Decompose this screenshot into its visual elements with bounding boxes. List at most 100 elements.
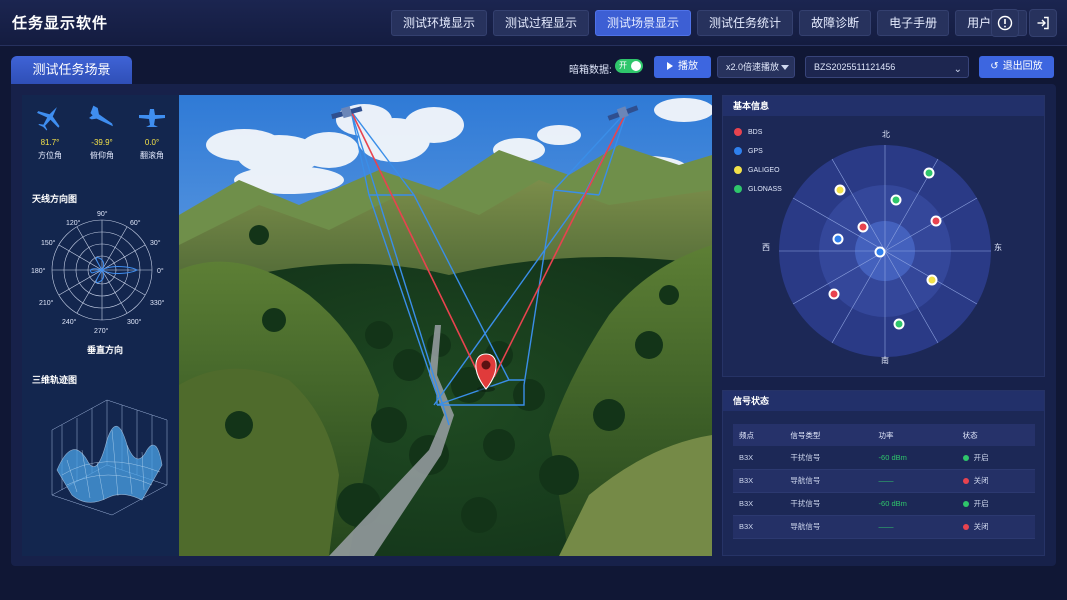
cell-status: 开启	[956, 446, 1035, 470]
compass-south: 南	[881, 356, 889, 365]
cell-frequency: B3X	[733, 469, 785, 493]
nav-test-environment[interactable]: 测试环境显示	[391, 10, 488, 36]
satellite-marker	[890, 194, 902, 206]
pitch-label: 俯仰角	[90, 151, 114, 160]
play-button[interactable]: 播放	[654, 56, 711, 78]
app-header: 任务显示软件 测试环境显示 测试过程显示 测试场景显示 测试任务统计 故障诊断 …	[0, 0, 1067, 46]
cell-power: ——	[872, 515, 957, 539]
nav-test-process[interactable]: 测试过程显示	[493, 10, 590, 36]
antenna-angle-label: 90°	[97, 210, 108, 218]
nav-test-scene[interactable]: 测试场景显示	[595, 10, 692, 36]
play-label: 播放	[678, 61, 698, 72]
signal-status-panel: 信号状态 频点 信号类型 功率 状态 B3X 干扰信号 -60 dBm 开启 B…	[722, 390, 1045, 556]
satellite-marker	[926, 274, 938, 286]
satellite-marker	[923, 167, 935, 179]
roll-label: 翻滚角	[140, 151, 164, 160]
legend-bds-label: BDS	[748, 128, 763, 136]
speed-value: x2.0倍速播放	[726, 62, 780, 72]
status-dot	[962, 501, 969, 508]
antenna-angle-label: 0°	[157, 267, 164, 275]
status-dot	[962, 454, 969, 461]
compass-west: 西	[762, 243, 770, 252]
table-row[interactable]: B3X 干扰信号 -60 dBm 开启	[733, 492, 1035, 516]
attitude-pitch: -39.9° 俯仰角	[77, 103, 127, 161]
satellite-marker	[832, 233, 844, 245]
attitude-azimuth: 81.7° 方位角	[25, 103, 75, 161]
skyplot-chart	[779, 145, 991, 357]
cell-frequency: B3X	[733, 515, 785, 539]
legend-dot	[734, 185, 742, 193]
chevron-down-icon: ⌄	[953, 64, 962, 75]
left-info-panel: 81.7° 方位角 -39.9° 俯仰角 0.0° 翻滚角 天线方向图 90° …	[22, 95, 179, 556]
cell-power: -60 dBm	[872, 492, 957, 516]
satellite-marker	[874, 246, 886, 258]
antenna-angle-label: 330°	[150, 299, 165, 307]
compass-north: 北	[882, 130, 890, 139]
legend-gps: GPS	[734, 147, 763, 155]
record-id-select[interactable]: BZS2025511121456 ⌄	[805, 56, 969, 78]
status-text: 开启	[973, 499, 989, 508]
satellite-marker	[828, 288, 840, 300]
cell-frequency: B3X	[733, 492, 785, 516]
logout-button[interactable]	[1029, 9, 1057, 37]
satellite-marker	[893, 318, 905, 330]
record-id-value: BZS2025511121456	[814, 62, 896, 72]
col-signal-type: 信号类型	[784, 424, 873, 446]
col-status: 状态	[956, 424, 1035, 446]
info-button[interactable]	[991, 9, 1019, 37]
antenna-subtitle: 垂直方向	[87, 345, 124, 355]
antenna-angle-label: 30°	[150, 239, 161, 247]
plane-side-icon	[89, 105, 113, 127]
antenna-angle-label: 150°	[41, 239, 56, 247]
undo-icon: ↺	[990, 61, 999, 72]
page-tab-test-scene[interactable]: 测试任务场景	[11, 56, 132, 84]
scene-3d-view[interactable]	[179, 95, 712, 556]
cell-signal-type: 干扰信号	[784, 446, 873, 470]
table-row[interactable]: B3X 导航信号 —— 关闭	[733, 515, 1035, 539]
legend-dot	[734, 147, 742, 155]
cell-signal-type: 导航信号	[784, 469, 873, 493]
signal-status-title: 信号状态	[723, 391, 1044, 411]
exit-playback-button[interactable]: ↺ 退出回放	[979, 56, 1054, 78]
logout-icon	[1037, 16, 1049, 30]
scene-canvas	[179, 95, 712, 556]
status-dot	[962, 478, 969, 485]
plane-top-icon	[37, 107, 60, 131]
table-row[interactable]: B3X 导航信号 —— 关闭	[733, 469, 1035, 493]
compass-east: 东	[994, 243, 1002, 252]
satellite-marker	[857, 221, 869, 233]
trajectory-3d-title: 三维轨迹图	[32, 375, 78, 385]
antenna-angle-label: 60°	[130, 219, 141, 227]
antenna-angle-label: 270°	[94, 327, 109, 335]
antenna-angle-label: 180°	[31, 267, 46, 275]
signal-table: 频点 信号类型 功率 状态 B3X 干扰信号 -60 dBm 开启 B3X 导航…	[733, 424, 1035, 539]
status-text: 关闭	[973, 522, 989, 531]
toggle-knob	[631, 61, 641, 71]
cell-status: 开启	[956, 492, 1035, 516]
status-text: 开启	[973, 452, 989, 462]
legend-dot	[734, 166, 742, 174]
nav-e-manual[interactable]: 电子手册	[877, 10, 950, 36]
azimuth-label: 方位角	[38, 151, 62, 160]
blackbox-toggle[interactable]: 开	[615, 59, 643, 73]
nav-fault-diagnosis[interactable]: 故障诊断	[799, 10, 872, 36]
table-header-row: 频点 信号类型 功率 状态	[733, 424, 1035, 446]
satellite-marker	[834, 184, 846, 196]
col-frequency: 频点	[733, 424, 785, 446]
play-icon	[667, 62, 673, 71]
basic-info-panel: 基本信息 BDS GPS GALIGEO GLONASS 北 南 西 东	[722, 95, 1045, 377]
cell-signal-type: 干扰信号	[784, 492, 873, 516]
antenna-angle-label: 120°	[66, 219, 81, 227]
table-row[interactable]: B3X 干扰信号 -60 dBm 开启	[733, 446, 1035, 470]
cell-power: -60 dBm	[872, 446, 957, 470]
basic-info-title: 基本信息	[723, 96, 1044, 116]
cell-status: 关闭	[956, 469, 1035, 493]
nav-task-statistics[interactable]: 测试任务统计	[697, 10, 794, 36]
antenna-angle-label: 240°	[62, 318, 77, 326]
playback-speed-select[interactable]: x2.0倍速播放	[717, 56, 795, 78]
antenna-pattern-chart: 90° 60° 30° 0° 330° 300° 270° 240° 210° …	[31, 210, 165, 335]
pitch-value: -39.9°	[91, 138, 113, 147]
cell-power: ——	[872, 469, 957, 493]
blackbox-label: 暗箱数据:	[569, 65, 612, 76]
cell-signal-type: 导航信号	[784, 515, 873, 539]
